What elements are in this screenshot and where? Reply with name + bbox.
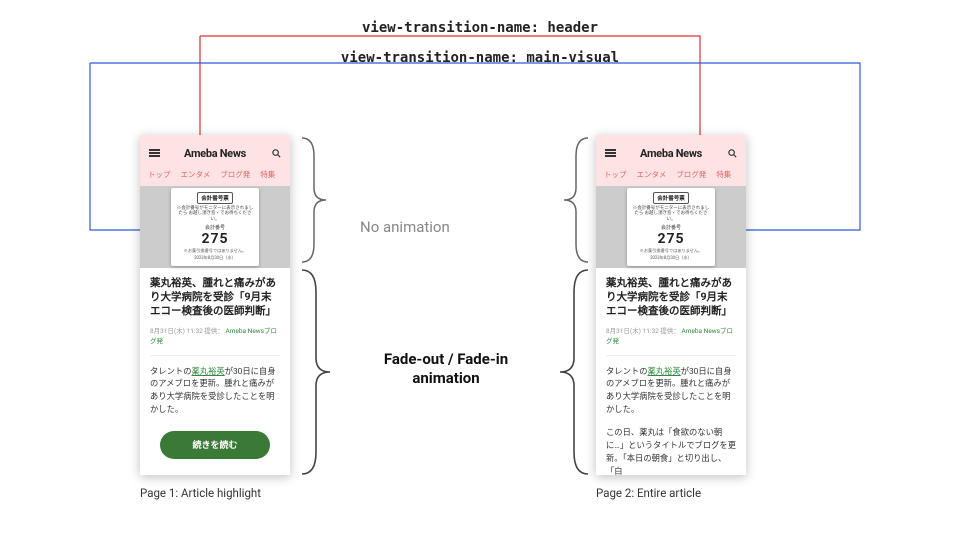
separator — [150, 355, 280, 356]
tab-blog[interactable]: ブログ発 — [220, 169, 250, 180]
ticket-number: 275 — [175, 231, 255, 247]
ticket-number: 275 — [631, 231, 711, 247]
article-headline: 薬丸裕英、腫れと痛みがあり大学病院を受診「9月末エコー検査後の医師判断」 — [606, 276, 736, 319]
tab-bar: トップ エンタメ ブログ発 特集 — [604, 165, 738, 186]
vt-name-main-visual-label: view-transition-name: main-visual — [341, 50, 619, 66]
vt-name-header-label: view-transition-name: header — [362, 20, 598, 36]
brand-title: Ameba News — [184, 147, 246, 160]
brace-right-top — [556, 136, 594, 264]
lead-pre: タレントの — [606, 367, 648, 377]
ticket-sub: ※会計番号がモニターに表示されましたら お越し頂き窓・でお待ちください。 — [631, 206, 711, 223]
tab-top[interactable]: トップ — [148, 169, 171, 180]
ticket-card: 会計番号票 ※会計番号がモニターに表示されましたら お越し頂き窓・でお待ちくださ… — [171, 188, 259, 267]
meta-provider-label: 提供： — [204, 327, 224, 335]
ticket-row-label: 会計番号 — [175, 224, 255, 231]
tab-blog[interactable]: ブログ発 — [676, 169, 706, 180]
ticket-date: 2023年8月30日（水） — [631, 255, 711, 261]
read-more-button[interactable]: 続きを読む — [160, 431, 270, 459]
tab-entame[interactable]: エンタメ — [181, 169, 211, 180]
ticket-title: 会計番号票 — [197, 192, 233, 204]
brand-title: Ameba News — [640, 147, 702, 160]
meta-time: 8月31日(木) 11:32 — [606, 327, 659, 335]
ticket-title: 会計番号票 — [653, 192, 689, 204]
main-visual-region: 会計番号票 ※会計番号がモニターに表示されましたら お越し頂き窓・でお待ちくださ… — [596, 186, 746, 268]
tab-bar: トップ エンタメ ブログ発 特集 — [148, 165, 282, 186]
tab-top[interactable]: トップ — [604, 169, 627, 180]
meta-provider-label: 提供： — [660, 327, 680, 335]
tab-feature[interactable]: 特集 — [716, 169, 731, 180]
page1-mock: Ameba News トップ エンタメ ブログ発 特集 会計番号票 ※会計番号が… — [140, 135, 290, 475]
search-icon[interactable] — [270, 147, 282, 159]
main-visual-region: 会計番号票 ※会計番号がモニターに表示されましたら お越し頂き窓・でお待ちくださ… — [140, 186, 290, 268]
article-headline: 薬丸裕英、腫れと痛みがあり大学病院を受診「9月末エコー検査後の医師判断」 — [150, 276, 280, 319]
ticket-row-label: 会計番号 — [631, 224, 711, 231]
ticket-note: ※お薬引換番号ではありません。 — [631, 248, 711, 254]
page2-mock: Ameba News トップ エンタメ ブログ発 特集 会計番号票 ※会計番号が… — [596, 135, 746, 475]
header-region: Ameba News トップ エンタメ ブログ発 特集 — [140, 135, 290, 186]
lead-pre: タレントの — [150, 367, 192, 377]
brace-right-bottom — [552, 268, 594, 476]
meta-time: 8月31日(木) 11:32 — [150, 327, 203, 335]
lead-link[interactable]: 薬丸裕英 — [192, 367, 225, 377]
article-lead: タレントの薬丸裕英が30日に自身のアメブロを更新。腫れと痛みがあり大学病院を受診… — [606, 366, 736, 417]
article-para2: この日、薬丸は「食欲のない朝に…」というタイトルでブログを更新。「本日の朝食」と… — [606, 427, 736, 475]
article-region: 薬丸裕英、腫れと痛みがあり大学病院を受診「9月末エコー検査後の医師判断」 8月3… — [596, 268, 746, 475]
page1-caption: Page 1: Article highlight — [140, 486, 261, 500]
ticket-date: 2023年8月30日（水） — [175, 255, 255, 261]
article-lead: タレントの薬丸裕英が30日に自身のアメブロを更新。腫れと痛みがあり大学病院を受診… — [150, 366, 280, 417]
page2-caption: Page 2: Entire article — [596, 486, 701, 500]
header-region: Ameba News トップ エンタメ ブログ発 特集 — [596, 135, 746, 186]
article-meta: 8月31日(木) 11:32 提供： Ameba Newsブログ発 — [606, 325, 736, 345]
lead-link[interactable]: 薬丸裕英 — [648, 367, 681, 377]
annotation-fade: Fade-out / Fade-in animation — [356, 350, 536, 388]
ticket-sub: ※会計番号がモニターに表示されましたら お越し頂き窓・でお待ちください。 — [175, 206, 255, 223]
ticket-note: ※お薬引換番号ではありません。 — [175, 248, 255, 254]
article-meta: 8月31日(木) 11:32 提供： Ameba Newsブログ発 — [150, 325, 280, 345]
menu-icon[interactable] — [604, 147, 616, 159]
separator — [606, 355, 736, 356]
tab-entame[interactable]: エンタメ — [637, 169, 667, 180]
menu-icon[interactable] — [148, 147, 160, 159]
search-icon[interactable] — [726, 147, 738, 159]
tab-feature[interactable]: 特集 — [260, 169, 275, 180]
ticket-card: 会計番号票 ※会計番号がモニターに表示されましたら お越し頂き窓・でお待ちくださ… — [627, 188, 715, 267]
annotation-no-animation: No animation — [360, 218, 450, 236]
brace-left-top — [296, 136, 334, 264]
brace-left-bottom — [296, 268, 338, 476]
article-region: 薬丸裕英、腫れと痛みがあり大学病院を受診「9月末エコー検査後の医師判断」 8月3… — [140, 268, 290, 469]
